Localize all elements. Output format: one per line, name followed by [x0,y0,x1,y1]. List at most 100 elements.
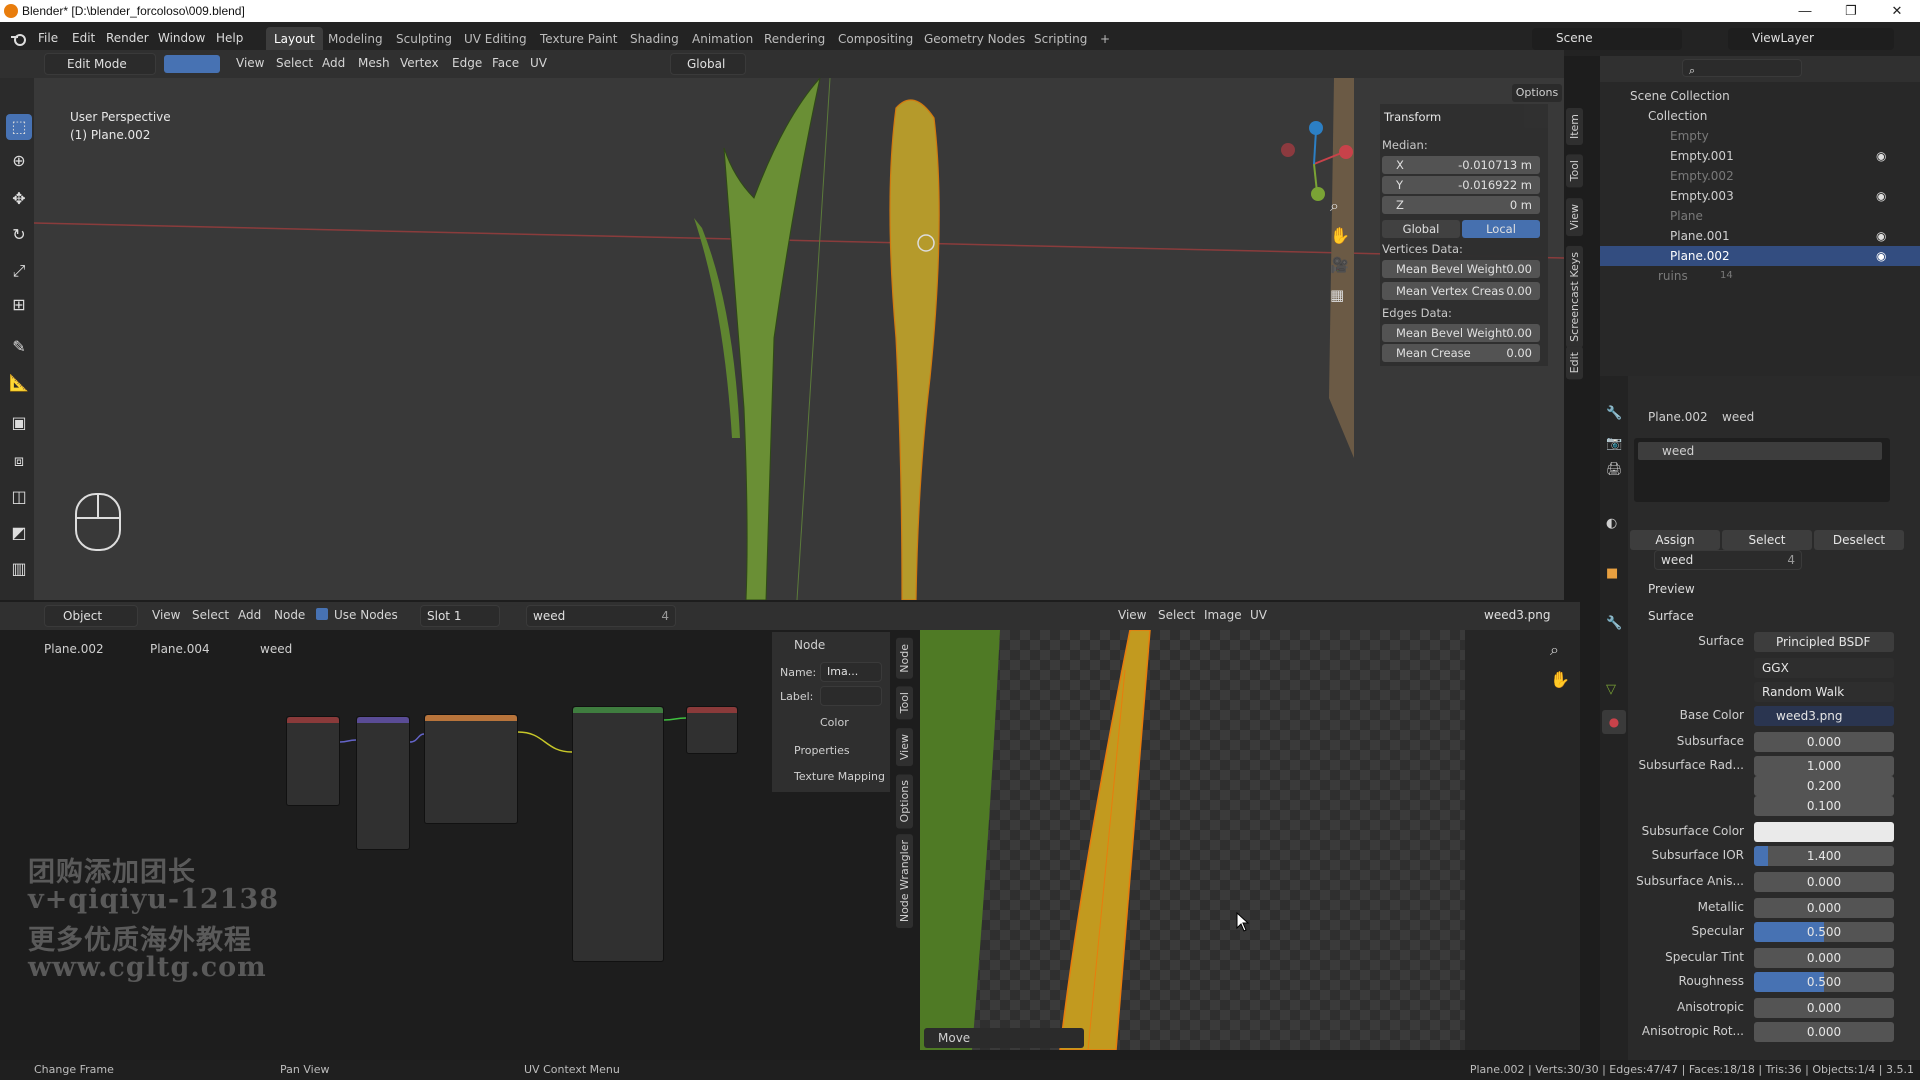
tab-uv-editing[interactable]: UV Editing [456,27,535,51]
tab-tool[interactable]: Tool [1566,154,1583,188]
subsurface-ior-field[interactable]: 1.400 [1754,846,1894,866]
bevel-tool-icon[interactable]: ◩ [6,520,32,546]
menu-help[interactable]: Help [216,31,243,45]
tab-screencast-keys[interactable]: Screencast Keys [1566,246,1583,348]
data-tab-icon[interactable]: ▽ [1606,682,1616,697]
3d-viewport[interactable]: User Perspective (1) Plane.002 ⌕ ✋ 🎥 ▦ O… [34,78,1564,600]
edge-bevel-weight-field[interactable]: Mean Bevel Weight 0.00 [1382,324,1540,342]
tab-geometry-nodes[interactable]: Geometry Nodes [916,27,1033,51]
mode-dropdown[interactable]: Edit Mode [44,53,156,75]
subsurface-anis-field[interactable]: 0.000 [1754,872,1894,892]
viewport-menu-select[interactable]: Select [276,56,313,70]
tab-scripting[interactable]: Scripting [1026,27,1095,51]
outliner-search-input[interactable]: ⌕ [1682,59,1802,77]
measure-tool-icon[interactable]: 📐 [6,370,32,396]
surface-shader-field[interactable]: Principled BSDF [1754,632,1894,652]
anisotropic-field[interactable]: 0.000 [1754,998,1894,1018]
material-slot-list[interactable]: weed [1634,438,1890,502]
add-workspace-button[interactable]: + [1092,27,1118,51]
mean-vertex-crease-field[interactable]: Mean Vertex Creas 0.00 [1382,282,1540,300]
viewport-menu-add[interactable]: Add [322,56,345,70]
output-tab-icon[interactable]: 🖨 [1606,462,1623,477]
viewport-menu-uv[interactable]: UV [530,56,547,70]
texture-mapping-section[interactable]: Texture Mapping [794,770,885,783]
surface-section[interactable]: Surface [1648,609,1694,623]
node-tab-node-wrangler[interactable]: Node Wrangler [896,834,913,929]
tab-animation[interactable]: Animation [684,27,761,51]
select-mode-toggle[interactable] [164,55,220,73]
viewport-menu-edge[interactable]: Edge [452,56,482,70]
uv-menu-view[interactable]: View [1118,608,1146,622]
tab-texture-paint[interactable]: Texture Paint [532,27,625,51]
material-slot-item[interactable]: weed [1638,442,1882,460]
render-tab-icon[interactable]: 📷 [1606,436,1622,451]
assign-button[interactable]: Assign [1630,530,1720,550]
extrude-tool-icon[interactable]: ⧈ [6,448,32,474]
uv-menu-image[interactable]: Image [1204,608,1242,622]
tab-sculpting[interactable]: Sculpting [388,27,460,51]
node-tab-options[interactable]: Options [896,774,913,829]
outliner-item[interactable]: Empty.002 [1600,166,1920,186]
menu-window[interactable]: Window [158,31,205,45]
median-z-field[interactable]: Z 0 m [1382,196,1540,214]
subsurface-method-dropdown[interactable]: Random Walk [1754,682,1894,702]
tool-tab-icon[interactable]: 🔧 [1606,406,1622,421]
uv-pan-hand-icon[interactable]: ✋ [1550,670,1570,689]
properties-section[interactable]: Properties [794,744,850,757]
tab-layout[interactable]: Layout [266,27,323,51]
select-button[interactable]: Select [1722,530,1812,550]
tab-item[interactable]: Item [1566,108,1583,146]
loop-cut-tool-icon[interactable]: ▥ [6,556,32,582]
tab-rendering[interactable]: Rendering [756,27,833,51]
options-dropdown[interactable]: Options [1512,84,1562,102]
global-toggle[interactable]: Global [1382,220,1460,238]
uv-menu-select[interactable]: Select [1158,608,1195,622]
viewport-menu-vertex[interactable]: Vertex [400,56,439,70]
camera-icon[interactable]: 🎥 [1330,256,1349,274]
viewport-menu-view[interactable]: View [236,56,264,70]
local-toggle[interactable]: Local [1462,220,1540,238]
node-tab-view[interactable]: View [896,728,913,767]
object-tab-icon[interactable]: ■ [1606,566,1618,581]
visibility-eye-icon[interactable]: ◉ [1876,186,1886,206]
roughness-field[interactable]: 0.500 [1754,972,1894,992]
maximize-button[interactable]: ❐ [1828,0,1874,22]
image-selector[interactable]: weed3.png [1478,605,1574,627]
outliner-item[interactable]: Plane.001 ◉ [1600,226,1920,246]
add-cube-tool-icon[interactable]: ▣ [6,410,32,436]
collection-row[interactable]: Collection [1600,106,1920,126]
blender-menu-icon[interactable] [10,31,28,47]
uv-image-editor[interactable]: View Select Image UV weed3.png ⌕ ✋ Move [920,602,1580,1050]
outliner-item[interactable]: Empty.001 ◉ [1600,146,1920,166]
scene-collection-row[interactable]: Scene Collection [1600,86,1920,106]
node-tab-node[interactable]: Node [896,638,913,679]
visibility-eye-icon[interactable]: ◉ [1876,246,1886,266]
annotate-tool-icon[interactable]: ✎ [6,334,32,360]
median-x-field[interactable]: X -0.010713 m [1382,156,1540,174]
shader-node-editor[interactable]: Object View Select Add Node Use Nodes Sl… [0,602,920,1050]
preview-section[interactable]: Preview [1648,582,1695,596]
view-layer-selector[interactable]: ViewLayer [1728,28,1894,50]
ruins-collection-row[interactable]: ruins 14 [1600,266,1920,286]
material-selector[interactable]: weed 4 [1654,550,1802,570]
mean-crease-field[interactable]: Mean Crease 0.00 [1382,344,1540,362]
transform-tool-icon[interactable]: ⊞ [6,292,32,318]
tab-compositing[interactable]: Compositing [830,27,921,51]
uv-zoom-icon[interactable]: ⌕ [1550,640,1559,660]
uv-image-canvas[interactable] [920,630,1465,1050]
select-box-tool-icon[interactable]: ⬚ [6,114,32,140]
outliner-item[interactable]: Empty.003 ◉ [1600,186,1920,206]
menu-render[interactable]: Render [106,31,149,45]
scene-selector[interactable]: Scene [1532,28,1682,50]
viewport-menu-face[interactable]: Face [492,56,519,70]
visibility-eye-icon[interactable]: ◉ [1876,226,1886,246]
tab-view[interactable]: View [1566,198,1583,237]
subsurface-field[interactable]: 0.000 [1754,732,1894,752]
subsurface-radius-y[interactable]: 0.200 [1754,776,1894,796]
color-checkbox-label[interactable]: Color [820,716,849,729]
world-tab-icon[interactable]: ◐ [1606,516,1617,531]
uv-menu-uv[interactable]: UV [1250,608,1267,622]
metallic-field[interactable]: 0.000 [1754,898,1894,918]
distribution-dropdown[interactable]: GGX [1754,658,1894,678]
cursor-tool-icon[interactable]: ⊕ [6,148,32,174]
